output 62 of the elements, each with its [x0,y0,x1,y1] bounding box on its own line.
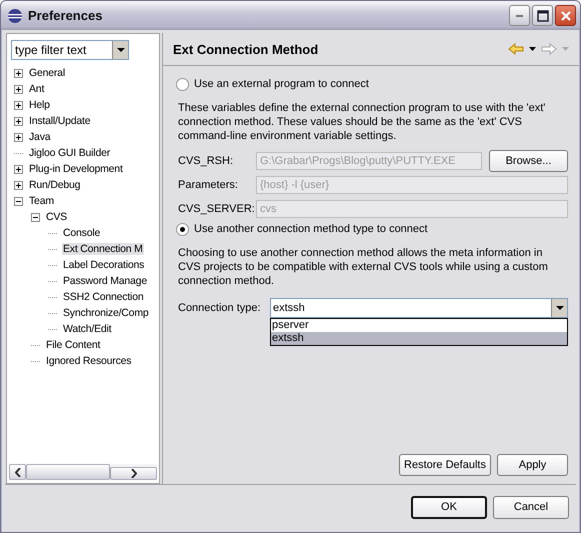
tree-item[interactable]: Password Manage [62,275,148,287]
maximize-button[interactable] [532,5,553,26]
radio-button[interactable] [176,222,189,236]
tree-item[interactable]: Java [28,131,52,143]
description-text: Choosing to use another connection method allows the meta information in CVS projects to be compatible with external CVS tools while using a custom connection method. [178,246,549,288]
tree-item[interactable]: Plug-in Development [28,163,124,175]
radio-label[interactable]: Use an external program to connect [194,78,369,90]
scroll-left-button[interactable] [9,464,26,480]
minimize-icon [516,14,523,16]
apply-button[interactable]: Apply [497,454,568,476]
eclipse-icon [7,8,23,24]
filter-combo[interactable]: type filter text [11,40,129,60]
expand-icon[interactable] [14,100,23,110]
expand-icon[interactable] [14,84,23,94]
radio-label[interactable]: Use another connection method type to connect [194,223,428,235]
field-label: CVS_SERVER: [177,203,256,215]
close-button[interactable] [555,5,576,26]
expand-icon[interactable] [14,164,23,174]
tree-item[interactable]: Install/Update [28,115,92,127]
dropdown-arrow-icon[interactable] [529,47,536,51]
expand-icon[interactable] [14,116,23,126]
window-title: Preferences [28,8,104,23]
tree-item[interactable]: File Content [45,339,102,351]
horizontal-scrollbar[interactable] [9,464,157,480]
tree-item[interactable]: Watch/Edit [62,323,112,335]
restore-defaults-button[interactable]: Restore Defaults [399,454,491,476]
tree-item[interactable]: Ignored Resources [45,355,132,367]
connection-type-combo[interactable]: extssh [270,298,568,318]
tree-item[interactable]: Label Decorations [62,259,146,271]
tree-item[interactable]: Console [62,227,102,239]
field-label: Parameters: [177,179,239,191]
tree-item[interactable]: Ant [28,83,46,95]
tree-item[interactable]: Team [28,195,55,207]
expand-icon[interactable] [14,132,23,142]
tree-item[interactable]: SSH2 Connection [62,291,144,303]
dropdown-arrow-icon [562,47,569,51]
tree-item[interactable]: Run/Debug [28,179,82,191]
description-text: These variables define the external connection program to use with the 'ext' connection method. These values should be the same as the 'ext' CVS command-line environment variable settings. [178,101,546,143]
tree-item[interactable]: Ext Connection M [62,243,144,255]
radio-button[interactable] [176,78,189,90]
forward-arrow-icon [541,43,557,55]
tree-item[interactable]: Help [28,99,51,111]
dropdown-option[interactable]: pserver [271,319,567,332]
scroll-right-button[interactable] [110,467,157,480]
scroll-thumb[interactable] [26,464,110,480]
field-label: CVS_RSH: [177,155,234,167]
tree-item[interactable]: Synchronize/Comp [62,307,150,319]
expand-icon[interactable] [14,68,23,78]
field-label: Connection type: [177,302,262,314]
ok-button[interactable]: OK [411,496,487,518]
maximize-icon [536,10,548,22]
tree-item[interactable]: CVS [45,211,68,223]
close-icon [560,10,572,22]
cancel-button[interactable]: Cancel [493,496,569,518]
collapse-icon[interactable] [14,196,23,206]
collapse-icon[interactable] [31,212,40,222]
page-title: Ext Connection Method [173,42,320,56]
tree-item[interactable]: Jigloo GUI Builder [28,147,112,159]
expand-icon[interactable] [14,180,23,190]
tree-item[interactable]: General [28,67,66,79]
minimize-button[interactable] [509,5,530,26]
dropdown-option[interactable]: extssh [271,332,567,345]
